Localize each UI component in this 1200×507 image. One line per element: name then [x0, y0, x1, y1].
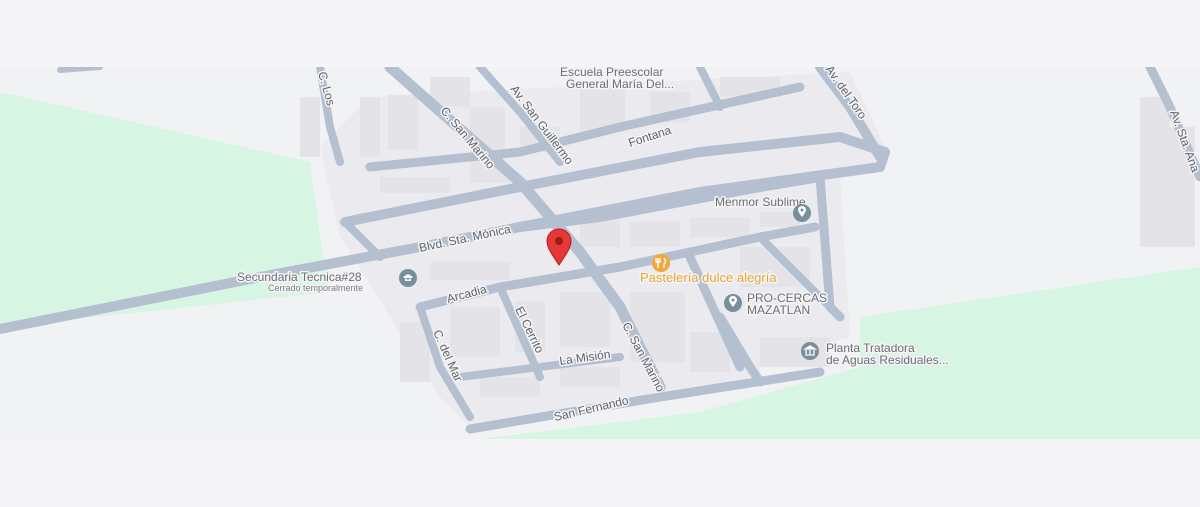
poi-menmor-name: Menmor Sublime	[715, 195, 806, 209]
map-canvas[interactable]: C. Los C. San Marino Av. San Guillermo F…	[0, 67, 1200, 439]
poi-escuela[interactable]: Escuela Preescolar General María Del...	[559, 67, 676, 93]
map-screenshot: C. Los C. San Marino Av. San Guillermo F…	[0, 0, 1200, 507]
poi-secundaria-name: Secundaria Tecnica#28	[237, 270, 362, 284]
pin-icon	[793, 204, 811, 222]
poi-pro-cercas-name-line2: MAZATLAN	[747, 303, 810, 317]
poi-planta-name-line2: de Aguas Residuales...	[826, 353, 949, 367]
school-icon	[399, 269, 417, 287]
landmark-icon	[801, 342, 819, 360]
poi-secundaria-status: Cerrado temporalmente	[268, 283, 363, 293]
road-top-edge	[57, 67, 103, 73]
poi-escuela-name-line2: General María Del...	[566, 77, 674, 91]
poi-pasteleria-name: Pastelería dulce alegría	[640, 270, 777, 285]
pin-icon	[724, 294, 742, 312]
